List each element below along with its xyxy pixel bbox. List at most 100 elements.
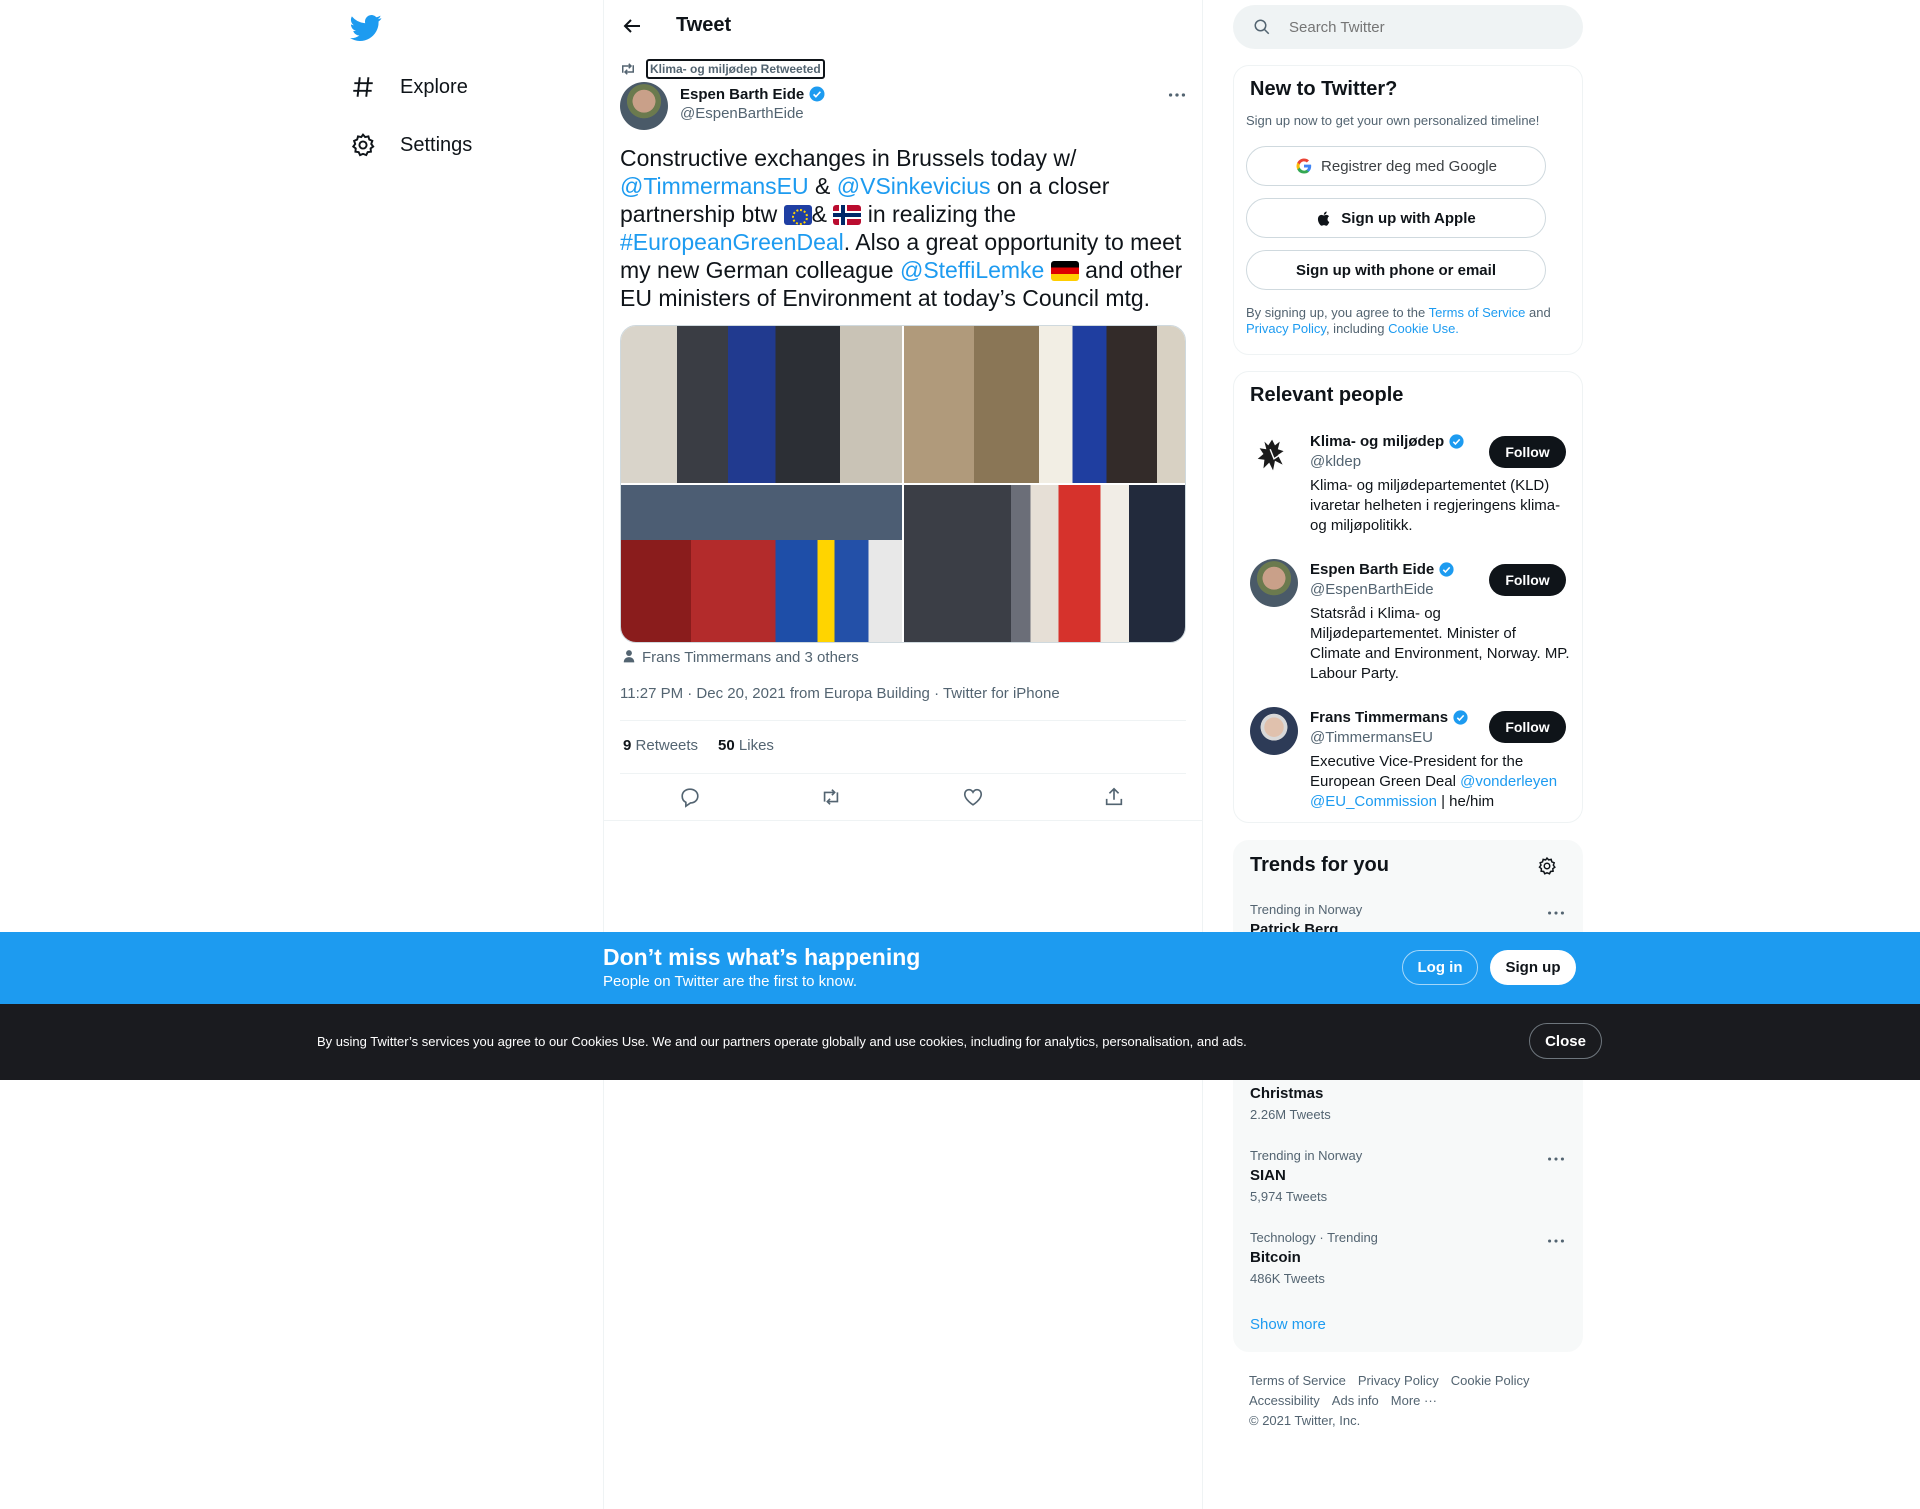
retweets-count: 9	[623, 737, 632, 754]
trend-name[interactable]: SIAN	[1250, 1167, 1286, 1184]
author-handle[interactable]: @EspenBarthEide	[680, 105, 804, 122]
person-name-text: Espen Barth Eide	[1310, 561, 1435, 578]
twitter-logo-icon[interactable]	[350, 12, 382, 44]
trend-name[interactable]: Bitcoin	[1250, 1249, 1301, 1266]
mention-link[interactable]: @SteffiLemke	[900, 257, 1044, 283]
avatar[interactable]	[1250, 431, 1298, 479]
trend-meta: Trending in Norway	[1250, 1148, 1363, 1163]
likes-stat[interactable]: 50 Likes	[718, 737, 774, 754]
footer-more-link[interactable]: More ···	[1391, 1393, 1437, 1408]
mention-link[interactable]: @vonderleyen	[1460, 773, 1557, 790]
more-icon[interactable]	[1545, 1233, 1567, 1249]
promo-title: Don’t miss what’s happening	[603, 944, 921, 970]
person-handle[interactable]: @TimmermansEU	[1310, 729, 1433, 746]
apple-signup-button[interactable]: Sign up with Apple	[1246, 198, 1546, 238]
retweeted-by-label[interactable]: Klima- og miljødep Retweeted	[646, 59, 825, 79]
tweet-photo-4[interactable]	[904, 485, 1185, 642]
mention-link[interactable]: @EU_Commission	[1310, 793, 1437, 810]
bio-text-part: | he/him	[1436, 793, 1495, 810]
mention-link[interactable]: @TimmermansEU	[620, 173, 809, 199]
apple-icon	[1316, 210, 1333, 227]
google-icon	[1295, 157, 1313, 175]
retweets-stat[interactable]: 9 Retweets	[623, 737, 698, 754]
more-icon[interactable]	[1545, 905, 1567, 921]
trends-title: Trends for you	[1250, 854, 1389, 876]
nav-explore[interactable]: Explore	[350, 62, 468, 112]
nav-settings[interactable]: Settings	[350, 120, 472, 170]
retweet-action-icon[interactable]	[820, 786, 842, 808]
cookie-close-button[interactable]: Close	[1529, 1023, 1602, 1059]
follow-button[interactable]: Follow	[1489, 564, 1566, 596]
terms-link[interactable]: Terms of Service	[1429, 305, 1526, 320]
author-name-text: Espen Barth Eide	[680, 85, 805, 103]
tweet-media-grid	[620, 325, 1186, 643]
gear-icon	[350, 132, 376, 158]
hashtag-icon	[350, 74, 376, 100]
verified-icon	[1438, 561, 1455, 578]
page-title: Tweet	[676, 14, 732, 36]
gear-icon[interactable]	[1537, 856, 1557, 876]
tweet-photo-1[interactable]	[621, 326, 902, 483]
more-icon[interactable]	[1166, 84, 1188, 106]
reply-icon[interactable]	[679, 786, 701, 808]
share-icon[interactable]	[1103, 786, 1125, 808]
person-name-text: Frans Timmermans	[1310, 709, 1449, 726]
hashtag-link[interactable]: #EuropeanGreenDeal	[620, 229, 844, 255]
person-handle[interactable]: @EspenBarthEide	[1310, 581, 1434, 598]
avatar[interactable]	[1250, 707, 1298, 755]
footer-ads-link[interactable]: Ads info	[1332, 1393, 1379, 1408]
cookie-use-link[interactable]: Cookie Use.	[1388, 321, 1459, 336]
tweet-photo-3[interactable]	[621, 485, 902, 642]
cookie-banner-text: By using Twitter’s services you agree to…	[317, 1034, 1247, 1049]
legal-text-part: , including	[1325, 321, 1389, 336]
retweets-label: Retweets	[635, 737, 699, 754]
footer-privacy-link[interactable]: Privacy Policy	[1358, 1373, 1439, 1388]
phone-signup-button[interactable]: Sign up with phone or email	[1246, 250, 1546, 290]
tweet-text-part: in realizing the	[861, 201, 1017, 227]
trend-meta: Technology · Trending	[1250, 1230, 1378, 1245]
footer-cookie-link[interactable]: Cookie Policy	[1451, 1373, 1530, 1388]
follow-button[interactable]: Follow	[1489, 436, 1566, 468]
search-input[interactable]	[1289, 18, 1549, 36]
trend-count: 486K Tweets	[1250, 1271, 1325, 1286]
signup-promo-banner	[0, 932, 1920, 1004]
author-avatar[interactable]	[620, 82, 668, 130]
person-name[interactable]: Frans Timmermans	[1310, 709, 1469, 726]
like-icon[interactable]	[962, 786, 984, 808]
show-more-link[interactable]: Show more	[1250, 1316, 1326, 1333]
trend-count: 2.26M Tweets	[1250, 1107, 1331, 1122]
footer-accessibility-link[interactable]: Accessibility	[1249, 1393, 1320, 1408]
search-bar[interactable]	[1233, 5, 1583, 49]
verified-icon	[1452, 709, 1469, 726]
author-name[interactable]: Espen Barth Eide	[680, 85, 826, 103]
avatar[interactable]	[1250, 559, 1298, 607]
trend-meta: Trending in Norway	[1250, 902, 1363, 917]
signup-button[interactable]: Sign up	[1490, 950, 1576, 985]
login-button[interactable]: Log in	[1402, 950, 1478, 985]
privacy-link[interactable]: Privacy Policy	[1246, 321, 1326, 336]
mention-link[interactable]: @VSinkevicius	[837, 173, 991, 199]
footer-copyright: © 2021 Twitter, Inc.	[1249, 1413, 1361, 1428]
footer-terms-link[interactable]: Terms of Service	[1249, 1373, 1346, 1388]
divider	[620, 773, 1186, 774]
tweet-photo-2[interactable]	[904, 326, 1185, 483]
person-handle[interactable]: @kldep	[1310, 453, 1361, 470]
follow-button[interactable]: Follow	[1489, 711, 1566, 743]
person-name[interactable]: Espen Barth Eide	[1310, 561, 1455, 578]
tagged-people[interactable]: Frans Timmermans and 3 others	[642, 649, 859, 666]
back-arrow-icon[interactable]	[620, 14, 644, 38]
tweet-stats: 9 Retweets 50 Likes	[623, 737, 774, 754]
divider	[603, 820, 1203, 821]
person-name[interactable]: Klima- og miljødep	[1310, 433, 1465, 450]
nav-settings-label: Settings	[400, 133, 473, 156]
tweet-timestamp[interactable]: 11:27 PM · Dec 20, 2021 from Europa Buil…	[620, 685, 1060, 702]
apple-signup-label: Sign up with Apple	[1341, 209, 1476, 227]
germany-flag-emoji	[1050, 261, 1079, 281]
nav-explore-label: Explore	[400, 75, 468, 98]
trend-name[interactable]: Christmas	[1250, 1085, 1323, 1102]
more-icon[interactable]	[1545, 1151, 1567, 1167]
search-icon	[1253, 18, 1271, 36]
google-signup-button[interactable]: Registrer deg med Google	[1246, 146, 1546, 186]
verified-icon	[808, 85, 826, 103]
divider	[620, 720, 1186, 721]
